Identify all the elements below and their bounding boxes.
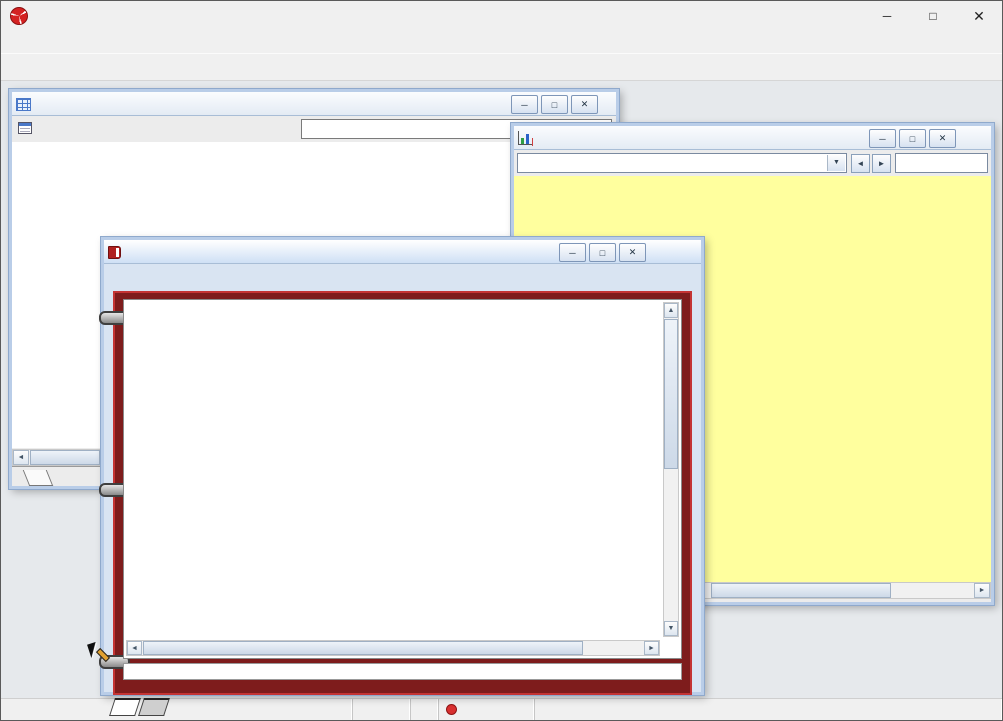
data-minimize-button[interactable]: ─ bbox=[511, 95, 538, 114]
scroll-left-icon[interactable]: ◄ bbox=[13, 450, 29, 465]
status-filler-panel bbox=[535, 699, 1002, 720]
minimize-button[interactable]: ─ bbox=[864, 1, 910, 31]
next-chart-button[interactable]: ► bbox=[872, 154, 891, 173]
notebook-page: ▲ ▼ ◄ ► bbox=[123, 299, 682, 659]
app-logo-icon bbox=[10, 7, 28, 25]
scroll-down-icon[interactable]: ▼ bbox=[664, 621, 678, 636]
notebook-maximize-button[interactable]: □ bbox=[589, 243, 616, 262]
data-close-button[interactable]: ✕ bbox=[571, 95, 598, 114]
chart-maximize-button[interactable]: □ bbox=[899, 129, 926, 148]
notebook-icon bbox=[108, 246, 121, 259]
main-titlebar[interactable]: ─ □ ✕ bbox=[1, 1, 1002, 32]
scroll-thumb[interactable] bbox=[664, 319, 678, 469]
scroll-thumb[interactable] bbox=[30, 450, 100, 465]
scroll-thumb[interactable] bbox=[711, 583, 891, 598]
analysis-output-text[interactable] bbox=[133, 307, 657, 636]
edit-cursor-icon bbox=[89, 643, 109, 665]
status-record-panel bbox=[439, 699, 535, 720]
data-window-buttons: ─ □ ✕ bbox=[508, 95, 598, 114]
main-toolbar bbox=[1, 53, 1002, 81]
tab-analyses[interactable] bbox=[109, 698, 141, 716]
notebook-window[interactable]: ─ □ ✕ ▲ ▼ ◄ bbox=[101, 237, 704, 695]
equation-combo[interactable]: ▼ bbox=[517, 153, 847, 173]
page-indicator bbox=[123, 663, 682, 680]
scroll-right-icon[interactable]: ► bbox=[974, 583, 990, 598]
chart-close-button[interactable]: ✕ bbox=[929, 129, 956, 148]
notebook-minimize-button[interactable]: ─ bbox=[559, 243, 586, 262]
scroll-left-icon[interactable]: ◄ bbox=[127, 641, 142, 655]
notebook-frame: ▲ ▼ ◄ ► bbox=[113, 291, 692, 695]
chart-window-buttons: ─ □ ✕ bbox=[866, 129, 956, 148]
notebook-window-titlebar[interactable]: ─ □ ✕ bbox=[104, 240, 701, 264]
window-controls: ─ □ ✕ bbox=[864, 1, 1002, 31]
scroll-up-icon[interactable]: ▲ bbox=[664, 303, 678, 318]
data-grid-icon bbox=[16, 98, 31, 111]
chart-icon bbox=[518, 131, 532, 145]
notebook-close-button[interactable]: ✕ bbox=[619, 243, 646, 262]
notebook-window-buttons: ─ □ ✕ bbox=[556, 243, 646, 262]
prev-chart-button[interactable]: ◄ bbox=[851, 154, 870, 173]
tab-index[interactable] bbox=[138, 698, 170, 716]
status-y-panel bbox=[411, 699, 439, 720]
chart-minimize-button[interactable]: ─ bbox=[869, 129, 896, 148]
grid-options-icon[interactable] bbox=[18, 122, 32, 134]
status-file-panel bbox=[1, 699, 353, 720]
notebook-body: ▲ ▼ ◄ ► bbox=[104, 264, 701, 692]
combo-dropdown-icon[interactable]: ▼ bbox=[827, 155, 845, 171]
status-x-panel bbox=[353, 699, 411, 720]
notebook-horizontal-scrollbar[interactable]: ◄ ► bbox=[126, 640, 660, 656]
menubar bbox=[1, 31, 1002, 53]
notebook-vertical-scrollbar[interactable]: ▲ ▼ bbox=[663, 302, 679, 637]
notebook-tabs bbox=[112, 698, 170, 716]
simstat-window: ─ □ ✕ ─ □ ✕ ◄ bbox=[0, 0, 1003, 721]
chart-page-indicator bbox=[895, 153, 988, 173]
chart-window-titlebar[interactable]: ─ □ ✕ bbox=[514, 126, 991, 150]
record-indicator-icon bbox=[446, 704, 457, 715]
chart-tool-row: ▼ ◄ ► bbox=[514, 150, 991, 176]
close-button[interactable]: ✕ bbox=[956, 1, 1002, 31]
maximize-button[interactable]: □ bbox=[910, 1, 956, 31]
data-maximize-button[interactable]: □ bbox=[541, 95, 568, 114]
data-window-titlebar[interactable]: ─ □ ✕ bbox=[12, 92, 616, 116]
scroll-right-icon[interactable]: ► bbox=[644, 641, 659, 655]
scroll-thumb[interactable] bbox=[143, 641, 583, 655]
sheet-tab-all[interactable] bbox=[23, 470, 53, 486]
